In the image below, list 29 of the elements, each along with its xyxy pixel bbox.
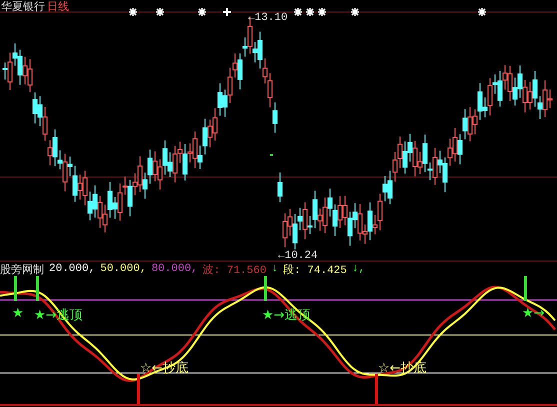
indicator-value: 段: 74.425: [283, 263, 347, 276]
star-marker-icon: [293, 7, 303, 17]
star-marker-icon: [317, 7, 327, 17]
price-label: ←10.24: [278, 250, 318, 262]
star-marker-icon: [350, 7, 360, 17]
price-label: ←13.10: [248, 12, 288, 24]
stock-name: 华夏银行: [1, 0, 45, 14]
indicator-value: 波: 71.560: [202, 263, 266, 276]
signal-label: ★: [12, 306, 24, 321]
chart-period: 日线: [47, 0, 69, 14]
indicator-value: ↓,: [352, 263, 366, 275]
sell-signal-bar: [36, 276, 39, 301]
buy-signal-bar: [137, 374, 140, 404]
plus-marker-icon: [222, 7, 232, 17]
sell-signal-bar: [264, 276, 267, 301]
indicator-value: 80.000,: [151, 263, 198, 275]
star-marker-icon: [197, 7, 207, 17]
star-marker-icon: [128, 7, 138, 17]
candlestick: [278, 172, 282, 203]
sell-signal-bar: [524, 276, 527, 301]
buy-signal-bar: [375, 374, 378, 404]
sell-signal-bar: [14, 276, 17, 301]
star-marker-icon: [477, 7, 487, 17]
indicator-value: ↓: [271, 263, 278, 275]
indicator-value: 股旁网制: [0, 262, 44, 276]
star-marker-icon: [155, 7, 165, 17]
indicator-value: 50.000,: [100, 263, 146, 275]
star-marker-icon: [305, 7, 315, 17]
indicator-value: 20.000,: [49, 263, 96, 275]
